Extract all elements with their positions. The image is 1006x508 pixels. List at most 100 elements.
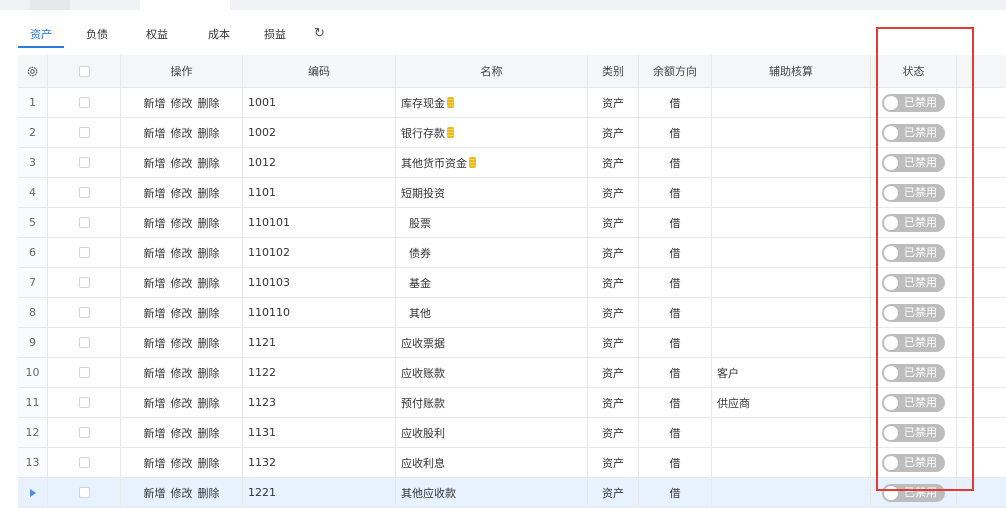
- add-link[interactable]: 新增: [144, 245, 166, 261]
- delete-link[interactable]: 删除: [198, 335, 220, 351]
- row-checkbox[interactable]: [78, 427, 90, 438]
- status-toggle[interactable]: 已禁用: [882, 213, 945, 232]
- status-toggle[interactable]: 已禁用: [882, 243, 945, 262]
- delete-link[interactable]: 删除: [198, 95, 220, 111]
- add-link[interactable]: 新增: [144, 305, 166, 321]
- status-toggle[interactable]: 已禁用: [882, 363, 945, 382]
- row-checkbox[interactable]: [78, 217, 90, 228]
- add-link[interactable]: 新增: [144, 365, 166, 381]
- tab-liabilities[interactable]: 负债: [86, 26, 108, 46]
- add-link[interactable]: 新增: [144, 485, 166, 501]
- col-aux-accounting[interactable]: 辅助核算: [712, 55, 871, 87]
- edit-link[interactable]: 修改: [171, 95, 193, 111]
- col-status[interactable]: 状态: [871, 55, 957, 87]
- edit-link[interactable]: 修改: [171, 125, 193, 141]
- tab-profit-loss[interactable]: 损益: [264, 26, 286, 46]
- table-row[interactable]: 1 新增 修改 删除 1001 库存现金 资产借已禁用: [18, 88, 1006, 118]
- status-toggle[interactable]: 已禁用: [882, 393, 945, 412]
- delete-link[interactable]: 删除: [198, 275, 220, 291]
- row-checkbox[interactable]: [78, 187, 90, 198]
- row-checkbox[interactable]: [78, 127, 90, 138]
- delete-link[interactable]: 删除: [198, 215, 220, 231]
- status-toggle[interactable]: 已禁用: [882, 423, 945, 442]
- table-row[interactable]: 3 新增 修改 删除 1012 其他货币资金 资产借已禁用: [18, 148, 1006, 178]
- add-link[interactable]: 新增: [144, 215, 166, 231]
- refresh-icon[interactable]: ↻: [314, 26, 325, 42]
- select-all-checkbox[interactable]: [78, 65, 90, 77]
- table-row[interactable]: 13 新增 修改 删除 1132 应收利息 资产借已禁用: [18, 448, 1006, 478]
- table-row[interactable]: 6 新增 修改 删除 110102 债券 资产借已禁用: [18, 238, 1006, 268]
- add-link[interactable]: 新增: [144, 425, 166, 441]
- row-checkbox[interactable]: [78, 97, 90, 108]
- top-tab-active-stub[interactable]: [140, 0, 230, 10]
- table-row[interactable]: 11 新增 修改 删除 1123 预付账款 资产借供应商 已禁用: [18, 388, 1006, 418]
- edit-link[interactable]: 修改: [171, 305, 193, 321]
- settings-gear-icon[interactable]: [18, 55, 48, 87]
- add-link[interactable]: 新增: [144, 95, 166, 111]
- edit-link[interactable]: 修改: [171, 215, 193, 231]
- edit-link[interactable]: 修改: [171, 365, 193, 381]
- row-checkbox[interactable]: [78, 487, 90, 498]
- table-row[interactable]: 7 新增 修改 删除 110103 基金 资产借已禁用: [18, 268, 1006, 298]
- status-toggle[interactable]: 已禁用: [882, 153, 945, 172]
- tab-cost[interactable]: 成本: [208, 26, 230, 46]
- row-checkbox[interactable]: [78, 157, 90, 168]
- row-checkbox[interactable]: [78, 277, 90, 288]
- add-link[interactable]: 新增: [144, 185, 166, 201]
- row-checkbox[interactable]: [78, 247, 90, 258]
- table-row[interactable]: 新增 修改 删除 1221 其他应收款 资产借已禁用: [18, 478, 1006, 508]
- edit-link[interactable]: 修改: [171, 425, 193, 441]
- tab-assets[interactable]: 资产: [18, 26, 64, 48]
- row-checkbox[interactable]: [78, 307, 90, 318]
- delete-link[interactable]: 删除: [198, 455, 220, 471]
- table-row[interactable]: 10 新增 修改 删除 1122 应收账款 资产借客户 已禁用: [18, 358, 1006, 388]
- row-checkbox[interactable]: [78, 337, 90, 348]
- add-link[interactable]: 新增: [144, 455, 166, 471]
- status-toggle[interactable]: 已禁用: [882, 273, 945, 292]
- delete-link[interactable]: 删除: [198, 185, 220, 201]
- status-toggle[interactable]: 已禁用: [882, 333, 945, 352]
- edit-link[interactable]: 修改: [171, 155, 193, 171]
- delete-link[interactable]: 删除: [198, 305, 220, 321]
- delete-link[interactable]: 删除: [198, 365, 220, 381]
- delete-link[interactable]: 删除: [198, 155, 220, 171]
- tab-equity[interactable]: 权益: [146, 26, 168, 46]
- delete-link[interactable]: 删除: [198, 395, 220, 411]
- delete-link[interactable]: 删除: [198, 125, 220, 141]
- row-checkbox[interactable]: [78, 457, 90, 468]
- status-toggle[interactable]: 已禁用: [882, 453, 945, 472]
- edit-link[interactable]: 修改: [171, 335, 193, 351]
- table-row[interactable]: 9 新增 修改 删除 1121 应收票据 资产借已禁用: [18, 328, 1006, 358]
- status-toggle[interactable]: 已禁用: [882, 303, 945, 322]
- col-code[interactable]: 编码: [243, 55, 396, 87]
- delete-link[interactable]: 删除: [198, 425, 220, 441]
- edit-link[interactable]: 修改: [171, 245, 193, 261]
- table-row[interactable]: 4 新增 修改 删除 1101 短期投资 资产借已禁用: [18, 178, 1006, 208]
- status-toggle[interactable]: 已禁用: [882, 483, 945, 502]
- col-category[interactable]: 类别: [588, 55, 639, 87]
- top-tab-stub[interactable]: [30, 0, 70, 10]
- col-name[interactable]: 名称: [396, 55, 588, 87]
- table-row[interactable]: 5 新增 修改 删除 110101 股票 资产借已禁用: [18, 208, 1006, 238]
- table-row[interactable]: 8 新增 修改 删除 110110 其他 资产借已禁用: [18, 298, 1006, 328]
- delete-link[interactable]: 删除: [198, 245, 220, 261]
- edit-link[interactable]: 修改: [171, 395, 193, 411]
- edit-link[interactable]: 修改: [171, 275, 193, 291]
- row-checkbox[interactable]: [78, 367, 90, 378]
- status-toggle[interactable]: 已禁用: [882, 93, 945, 112]
- table-row[interactable]: 2 新增 修改 删除 1002 银行存款 资产借已禁用: [18, 118, 1006, 148]
- add-link[interactable]: 新增: [144, 125, 166, 141]
- add-link[interactable]: 新增: [144, 335, 166, 351]
- edit-link[interactable]: 修改: [171, 185, 193, 201]
- status-toggle[interactable]: 已禁用: [882, 123, 945, 142]
- status-toggle[interactable]: 已禁用: [882, 183, 945, 202]
- delete-link[interactable]: 删除: [198, 485, 220, 501]
- edit-link[interactable]: 修改: [171, 485, 193, 501]
- edit-link[interactable]: 修改: [171, 455, 193, 471]
- col-balance-direction[interactable]: 余额方向: [639, 55, 712, 87]
- row-checkbox[interactable]: [78, 397, 90, 408]
- add-link[interactable]: 新增: [144, 275, 166, 291]
- add-link[interactable]: 新增: [144, 395, 166, 411]
- add-link[interactable]: 新增: [144, 155, 166, 171]
- table-row[interactable]: 12 新增 修改 删除 1131 应收股利 资产借已禁用: [18, 418, 1006, 448]
